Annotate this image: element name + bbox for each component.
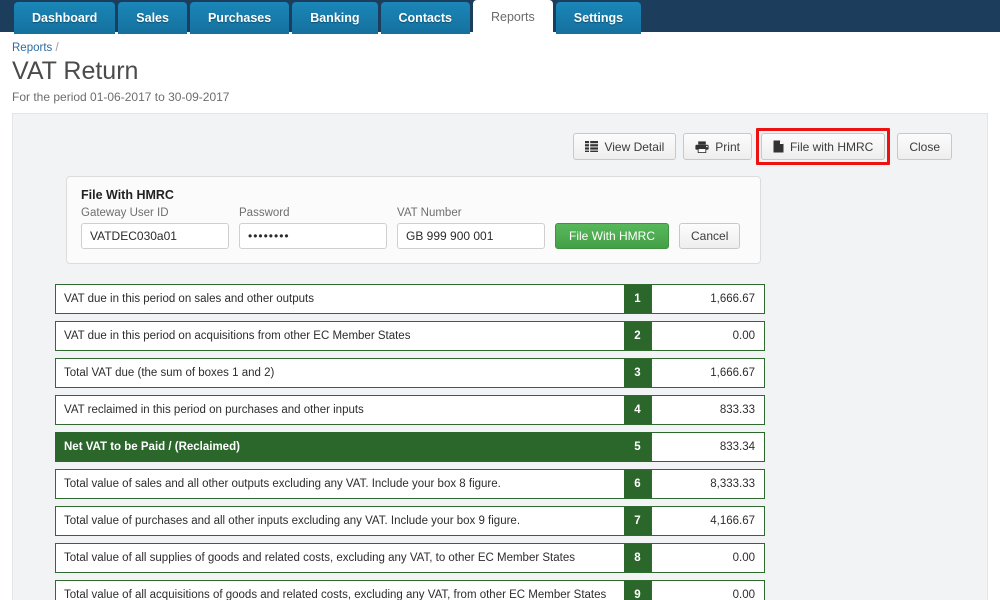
vat-box-description: Total VAT due (the sum of boxes 1 and 2) bbox=[64, 366, 275, 379]
vat-boxes-list: VAT due in this period on sales and othe… bbox=[55, 283, 765, 600]
vat-box-description: Total value of sales and all other outpu… bbox=[64, 477, 501, 490]
vat-box-row: VAT reclaimed in this period on purchase… bbox=[55, 394, 765, 425]
vat-box-value: 0.00 bbox=[651, 321, 764, 350]
vat-box-value: 4,166.67 bbox=[651, 506, 764, 535]
nav-tab-dashboard[interactable]: Dashboard bbox=[14, 2, 116, 34]
vat-number-field-group: VAT Number bbox=[397, 207, 545, 249]
view-detail-label: View Detail bbox=[604, 139, 665, 154]
password-input[interactable] bbox=[239, 222, 387, 249]
vat-box-number: 2 bbox=[624, 321, 651, 350]
gateway-user-id-label: Gateway User ID bbox=[81, 206, 169, 219]
vat-number-label: VAT Number bbox=[397, 206, 462, 219]
nav-tab-reports[interactable]: Reports bbox=[473, 0, 553, 34]
nav-tab-banking[interactable]: Banking bbox=[292, 2, 378, 34]
page-period-subtitle: For the period 01-06-2017 to 30-09-2017 bbox=[12, 89, 230, 104]
nav-tab-sales[interactable]: Sales bbox=[118, 2, 187, 34]
gateway-user-id-input[interactable] bbox=[81, 222, 229, 249]
vat-box-row: VAT due in this period on sales and othe… bbox=[55, 283, 765, 314]
print-label: Print bbox=[715, 139, 740, 154]
form-cancel-button[interactable]: Cancel bbox=[679, 222, 741, 249]
breadcrumb-separator: / bbox=[55, 42, 59, 54]
vat-box-value: 0.00 bbox=[651, 543, 764, 572]
file-hmrc-highlight-box: File with HMRC bbox=[755, 128, 891, 166]
printer-icon bbox=[695, 141, 709, 153]
document-page-icon bbox=[773, 140, 784, 153]
vat-box-number: 1 bbox=[624, 284, 651, 313]
vat-box-number: 9 bbox=[624, 580, 651, 600]
vat-box-row-net-total: Net VAT to be Paid / (Reclaimed) 5 833.3… bbox=[55, 431, 765, 462]
form-submit-file-with-hmrc-button[interactable]: File With HMRC bbox=[555, 222, 669, 249]
vat-box-number: 7 bbox=[624, 506, 651, 535]
vat-box-value: 8,333.33 bbox=[651, 469, 764, 498]
vat-number-input[interactable] bbox=[397, 222, 545, 249]
vat-box-number: 3 bbox=[624, 358, 651, 387]
print-button[interactable]: Print bbox=[683, 133, 752, 161]
vat-box-description: Net VAT to be Paid / (Reclaimed) bbox=[64, 440, 240, 453]
vat-box-value: 0.00 bbox=[651, 580, 764, 600]
breadcrumb-link-reports[interactable]: Reports bbox=[12, 42, 52, 54]
vat-box-row: Total value of all acquisitions of goods… bbox=[55, 579, 765, 600]
nav-tab-settings[interactable]: Settings bbox=[555, 2, 642, 34]
vat-box-number: 5 bbox=[624, 432, 651, 461]
vat-box-description: Total value of all acquisitions of goods… bbox=[64, 588, 607, 600]
list-detail-icon bbox=[585, 141, 599, 153]
vat-box-row: Total value of all supplies of goods and… bbox=[55, 542, 765, 573]
vat-box-value: 1,666.67 bbox=[651, 358, 764, 387]
breadcrumb: Reports / bbox=[12, 42, 1000, 54]
vat-box-value: 1,666.67 bbox=[651, 284, 764, 313]
vat-box-row: VAT due in this period on acquisitions f… bbox=[55, 320, 765, 351]
password-label: Password bbox=[239, 206, 290, 219]
vat-box-value: 833.34 bbox=[651, 432, 764, 461]
nav-tab-contacts[interactable]: Contacts bbox=[380, 2, 470, 34]
vat-box-row: Total VAT due (the sum of boxes 1 and 2)… bbox=[55, 357, 765, 388]
file-with-hmrc-form-card: File With HMRC Gateway User ID Password … bbox=[66, 175, 761, 264]
form-card-title: File With HMRC bbox=[81, 187, 174, 202]
vat-box-description: VAT due in this period on acquisitions f… bbox=[64, 329, 411, 342]
vat-box-description: VAT reclaimed in this period on purchase… bbox=[64, 403, 364, 416]
form-fields-row: Gateway User ID Password VAT Number File… bbox=[81, 207, 746, 249]
vat-box-description: Total value of all supplies of goods and… bbox=[64, 551, 575, 564]
vat-box-description: VAT due in this period on sales and othe… bbox=[64, 292, 314, 305]
vat-box-number: 6 bbox=[624, 469, 651, 498]
vat-box-description: Total value of purchases and all other i… bbox=[64, 514, 521, 527]
vat-box-row: Total value of purchases and all other i… bbox=[55, 505, 765, 536]
password-field-group: Password bbox=[239, 207, 387, 249]
content-panel: View Detail Print File with HMRC Close F… bbox=[12, 112, 988, 600]
vat-box-row: Total value of sales and all other outpu… bbox=[55, 468, 765, 499]
close-label: Close bbox=[909, 139, 940, 154]
view-detail-button[interactable]: View Detail bbox=[573, 133, 677, 161]
report-toolbar: View Detail Print File with HMRC Close bbox=[33, 128, 967, 166]
vat-box-value: 833.33 bbox=[651, 395, 764, 424]
page-title: VAT Return bbox=[12, 57, 139, 85]
file-with-hmrc-button[interactable]: File with HMRC bbox=[760, 133, 886, 161]
main-navigation-bar: Dashboard Sales Purchases Banking Contac… bbox=[0, 0, 1000, 34]
close-button[interactable]: Close bbox=[897, 133, 952, 161]
nav-tab-purchases[interactable]: Purchases bbox=[189, 2, 290, 34]
vat-box-number: 8 bbox=[624, 543, 651, 572]
file-with-hmrc-label: File with HMRC bbox=[789, 139, 874, 154]
gateway-user-id-field-group: Gateway User ID bbox=[81, 207, 229, 249]
page-header: Reports / VAT Return For the period 01-0… bbox=[0, 34, 1000, 104]
vat-box-number: 4 bbox=[624, 395, 651, 424]
